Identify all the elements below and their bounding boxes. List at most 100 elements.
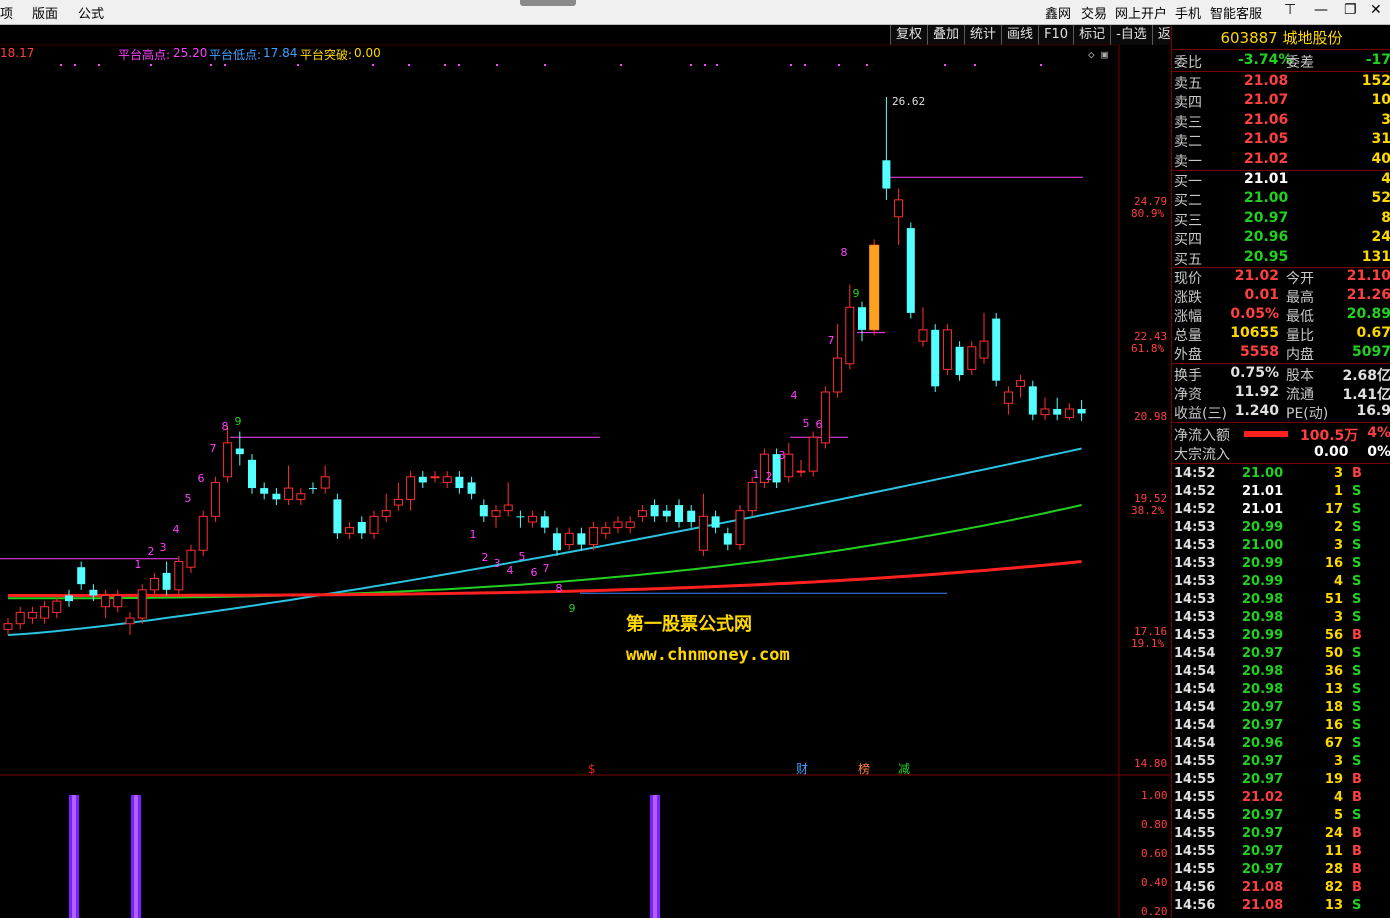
ask-row[interactable]: 卖三 21.06 3 [1172,112,1390,131]
tick-row[interactable]: 14:53 20.99 56 B [1172,628,1390,646]
tick-time: 14:53 [1174,628,1216,643]
stat-value: 21.02 [1234,268,1279,284]
tick-time: 14:53 [1174,592,1216,607]
row-volume: 152 [1361,73,1390,89]
candle-body [406,476,416,500]
tick-row[interactable]: 14:53 20.98 51 S [1172,592,1390,610]
tick-price: 20.99 [1242,628,1284,643]
tick-row[interactable]: 14:54 20.96 67 S [1172,736,1390,754]
candle-body [260,488,269,494]
tick-row[interactable]: 14:55 20.97 3 S [1172,754,1390,772]
chart-settings-icon[interactable]: ◇ ▣ [1088,48,1108,61]
row-price: 20.96 [1244,229,1289,246]
tick-row[interactable]: 14:56 21.08 82 B [1172,880,1390,898]
tick-row[interactable]: 14:52 21.00 3 B [1172,466,1390,484]
menu-item-mobile[interactable]: 手机 [1175,3,1201,22]
row-price: 21.08 [1244,73,1289,89]
menu-item-formula[interactable]: 公式 [78,3,104,22]
minimize-icon[interactable]: — [1314,2,1328,18]
candle-body [698,515,708,551]
kline-chart[interactable]: 12 345678 912 3456 7891 2345 6789 [0,25,1170,918]
ask-row[interactable]: 卖一 21.02 40 [1172,151,1390,170]
pin-icon[interactable]: ⊤ [1284,2,1296,18]
tick-side: S [1352,610,1362,625]
tick-row[interactable]: 14:55 20.97 28 B [1172,862,1390,880]
menu-item-trade[interactable]: 交易 [1081,3,1107,22]
signal-dot [716,64,718,66]
tick-time: 14:56 [1174,898,1216,913]
tick-row[interactable]: 14:54 20.97 18 S [1172,700,1390,718]
tick-row[interactable]: 14:53 20.99 16 S [1172,556,1390,574]
stat-value: 0.67 [1356,325,1390,341]
tick-row[interactable]: 14:53 21.00 3 S [1172,538,1390,556]
tick-side: B [1352,466,1362,481]
ask-row[interactable]: 卖二 21.05 31 [1172,131,1390,150]
bid-row[interactable]: 买二 21.00 52 [1172,190,1390,209]
sequence-number: 8 [556,582,563,595]
tick-volume: 3 [1333,610,1343,625]
watermark-title: 第一股票公式网 [626,614,752,635]
bid-row[interactable]: 买四 20.96 24 [1172,229,1390,248]
row-price: 21.07 [1244,92,1289,109]
candle-body [528,515,538,523]
tick-side: S [1352,484,1362,499]
tick-row[interactable]: 14:55 20.97 11 B [1172,844,1390,862]
tick-row[interactable]: 14:55 21.02 4 B [1172,790,1390,808]
ask-row[interactable]: 卖四 21.07 10 [1172,92,1390,111]
tick-row[interactable]: 14:52 21.01 17 S [1172,502,1390,520]
restore-icon[interactable]: ❐ [1344,2,1357,18]
close-icon[interactable]: ✕ [1370,2,1382,18]
event-marker-reduce[interactable]: 减 [898,760,910,777]
menu-item-layout[interactable]: 版面 [32,3,58,22]
bid-row[interactable]: 买五 20.95 131 [1172,249,1390,268]
menu-item-open-account[interactable]: 网上开户 [1115,3,1167,22]
candle-body [381,510,391,517]
row-volume: 31 [1371,131,1390,148]
menu-item-xiang[interactable]: 项 [0,3,13,22]
signal-dot [544,64,546,66]
candle-body [625,521,635,529]
indicator-tick-label: 0.80 [1141,818,1168,831]
candle-body [662,510,671,517]
tick-volume: 5 [1333,808,1343,823]
candle-body [955,346,964,376]
window-drag-handle[interactable] [520,0,576,6]
tick-row[interactable]: 14:55 20.97 5 S [1172,808,1390,826]
signal-dot [408,64,410,66]
menu-item-xinwang[interactable]: 鑫网 [1045,3,1071,22]
tick-row[interactable]: 14:53 20.98 3 S [1172,610,1390,628]
ask-row[interactable]: 卖五 21.08 152 [1172,73,1390,92]
tick-row[interactable]: 14:53 20.99 4 S [1172,574,1390,592]
bid-row[interactable]: 买三 20.97 8 [1172,210,1390,229]
bid-row[interactable]: 买一 21.01 4 [1172,171,1390,190]
menu-item-service[interactable]: 智能客服 [1210,3,1262,22]
tick-side: S [1352,736,1362,751]
tick-side: S [1352,538,1362,553]
tick-row[interactable]: 14:54 20.98 36 S [1172,664,1390,682]
tick-side: S [1352,898,1362,913]
signal-candle [869,245,880,330]
event-marker-dollar[interactable]: $ [588,762,595,776]
event-marker-finance[interactable]: 财 [796,760,808,777]
tick-price: 20.98 [1242,592,1284,607]
candle-body [516,516,525,518]
tick-row[interactable]: 14:52 21.01 1 S [1172,484,1390,502]
tick-row[interactable]: 14:55 20.97 24 B [1172,826,1390,844]
tick-row[interactable]: 14:54 20.97 50 S [1172,646,1390,664]
tick-row[interactable]: 14:54 20.98 13 S [1172,682,1390,700]
tick-row[interactable]: 14:53 20.99 2 S [1172,520,1390,538]
fundamental-row: 换手 0.75% 股本 2.68亿 [1172,365,1390,384]
tick-price: 20.98 [1242,610,1284,625]
candle-body [601,527,611,534]
block-inflow-value: 0.00 [1314,444,1349,460]
tick-volume: 67 [1324,736,1343,751]
tick-row[interactable]: 14:56 21.08 13 S [1172,898,1390,916]
event-marker-list[interactable]: 榜 [858,760,870,777]
row-label: 卖三 [1174,114,1202,131]
row-price: 21.01 [1244,171,1289,187]
tick-row[interactable]: 14:55 20.97 19 B [1172,772,1390,790]
sequence-number: 8 [222,420,229,433]
tick-row[interactable]: 14:54 20.97 16 S [1172,718,1390,736]
candle-body [272,493,281,500]
tick-time: 14:53 [1174,574,1216,589]
